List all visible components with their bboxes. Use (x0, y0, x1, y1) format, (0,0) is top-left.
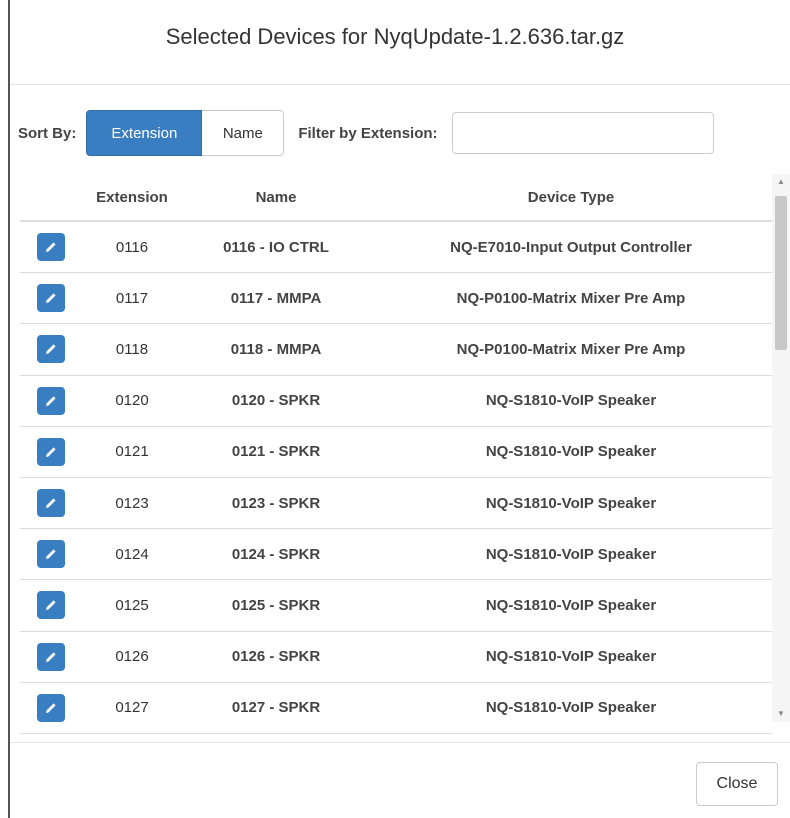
table-body: 0116 0116 - IO CTRL NQ-E7010-Input Output … (20, 222, 790, 734)
edit-cell (20, 489, 82, 518)
extension-cell: 0121 (115, 443, 149, 461)
device-type-cell: NQ-E7010-Input Output Controller (450, 238, 692, 256)
edit-device-button[interactable] (37, 335, 65, 364)
device-type-cell: NQ-P0100-Matrix Mixer Pre Amp (456, 340, 686, 358)
pencil-icon (46, 600, 56, 611)
footer-divider (10, 742, 790, 743)
pencil-icon (46, 703, 56, 713)
name-cell: 0124 - SPKR (231, 545, 321, 563)
column-header-device-type: Device Type (527, 188, 615, 206)
edit-cell (20, 233, 82, 262)
pencil-icon (46, 344, 56, 355)
name-cell: 0116 - IO CTRL (223, 238, 329, 256)
device-type-cell: NQ-S1810-VoIP Speaker (485, 545, 657, 563)
pencil-icon (46, 242, 56, 253)
filter-extension-input[interactable] (451, 112, 714, 154)
sort-button-group: Extension Name (86, 110, 285, 156)
sort-by-label: Sort By: (18, 124, 77, 142)
device-type-cell: NQ-S1810-VoIP Speaker (485, 648, 657, 666)
name-cell: 0125 - SPKR (231, 596, 321, 614)
edit-cell (20, 591, 82, 620)
edit-device-button[interactable] (37, 693, 65, 722)
edit-cell (20, 642, 82, 671)
pencil-icon (46, 498, 56, 509)
table-header: Extension Name Device Type (20, 174, 772, 222)
edit-cell (20, 335, 82, 364)
edit-cell (20, 386, 82, 415)
device-type-cell: NQ-S1810-VoIP Speaker (485, 392, 657, 410)
edit-cell (20, 693, 82, 722)
column-header-name: Name (255, 188, 297, 206)
extension-cell: 0120 (115, 392, 149, 410)
table-row: 0116 0116 - IO CTRL NQ-E7010-Input Output … (20, 222, 772, 274)
extension-cell: 0123 (115, 494, 149, 512)
device-type-cell: NQ-S1810-VoIP Speaker (485, 596, 657, 614)
column-header-extension: Extension (96, 188, 168, 206)
scrollbar-thumb[interactable] (775, 196, 787, 350)
table-row: 0121 0121 - SPKR NQ-S1810-VoIP Speaker (20, 427, 772, 478)
extension-cell: 0124 (115, 545, 149, 563)
pencil-icon (46, 651, 56, 662)
edit-device-button[interactable] (37, 386, 65, 415)
name-cell: 0123 - SPKR (231, 494, 321, 512)
device-type-cell: NQ-S1810-VoIP Speaker (485, 699, 657, 717)
table-row: 0123 0123 - SPKR NQ-S1810-VoIP Speaker (20, 478, 772, 530)
extension-cell: 0125 (115, 596, 149, 614)
table-row: 0120 0120 - SPKR NQ-S1810-VoIP Speaker (20, 376, 772, 427)
close-button[interactable]: Close (696, 762, 778, 806)
name-cell: 0117 - MMPA (230, 289, 322, 307)
table-row: 0126 0126 - SPKR NQ-S1810-VoIP Speaker (20, 632, 772, 683)
table-row: 0118 0118 - MMPA NQ-P0100-Matrix Mixer Pre… (20, 324, 772, 376)
selected-devices-dialog: Selected Devices for NyqUpdate-1.2.636.t… (8, 0, 790, 818)
devices-table: Extension Name Device Type 0116 0116 - IO… (20, 174, 790, 738)
sort-extension-button[interactable]: Extension (86, 110, 203, 156)
device-type-cell: NQ-S1810-VoIP Speaker (485, 443, 657, 461)
device-type-cell: NQ-S1810-VoIP Speaker (485, 494, 657, 512)
edit-cell (20, 437, 82, 466)
sort-filter-controls: Sort By: Extension Name Filter by Extens… (18, 110, 714, 156)
name-cell: 0121 - SPKR (231, 443, 321, 461)
table-scrollbar[interactable]: ▲ ▼ (772, 174, 790, 722)
pencil-icon (46, 549, 56, 560)
name-cell: 0118 - MMPA (230, 340, 322, 358)
extension-cell: 0116 (115, 238, 149, 256)
edit-device-button[interactable] (37, 284, 65, 313)
pencil-icon (46, 396, 56, 406)
edit-device-button[interactable] (37, 233, 65, 262)
table-row: 0117 0117 - MMPA NQ-P0100-Matrix Mixer Pre… (20, 273, 772, 325)
edit-device-button[interactable] (37, 591, 65, 620)
scroll-down-arrow-icon[interactable]: ▼ (772, 706, 790, 722)
table-row: 0127 0127 - SPKR NQ-S1810-VoIP Speaker (20, 683, 772, 734)
edit-cell (20, 284, 82, 313)
edit-device-button[interactable] (37, 540, 65, 569)
dialog-title: Selected Devices for NyqUpdate-1.2.636.t… (165, 24, 625, 49)
name-cell: 0120 - SPKR (231, 392, 321, 410)
dialog-header: Selected Devices for NyqUpdate-1.2.636.t… (10, 0, 790, 85)
device-type-cell: NQ-P0100-Matrix Mixer Pre Amp (456, 289, 686, 307)
edit-cell (20, 540, 82, 569)
edit-device-button[interactable] (37, 437, 65, 466)
table-row: 0125 0125 - SPKR NQ-S1810-VoIP Speaker (20, 580, 772, 632)
filter-by-extension-label: Filter by Extension: (298, 124, 438, 142)
extension-cell: 0126 (115, 648, 149, 666)
edit-device-button[interactable] (37, 489, 65, 518)
table-row: 0124 0124 - SPKR NQ-S1810-VoIP Speaker (20, 529, 772, 581)
name-cell: 0127 - SPKR (231, 699, 321, 717)
sort-name-button[interactable]: Name (202, 110, 285, 156)
extension-cell: 0118 (115, 340, 149, 358)
edit-device-button[interactable] (37, 642, 65, 671)
extension-cell: 0127 (115, 699, 149, 717)
scroll-up-arrow-icon[interactable]: ▲ (772, 174, 790, 190)
extension-cell: 0117 (115, 289, 149, 307)
name-cell: 0126 - SPKR (231, 648, 321, 666)
pencil-icon (46, 293, 56, 304)
pencil-icon (46, 447, 56, 457)
